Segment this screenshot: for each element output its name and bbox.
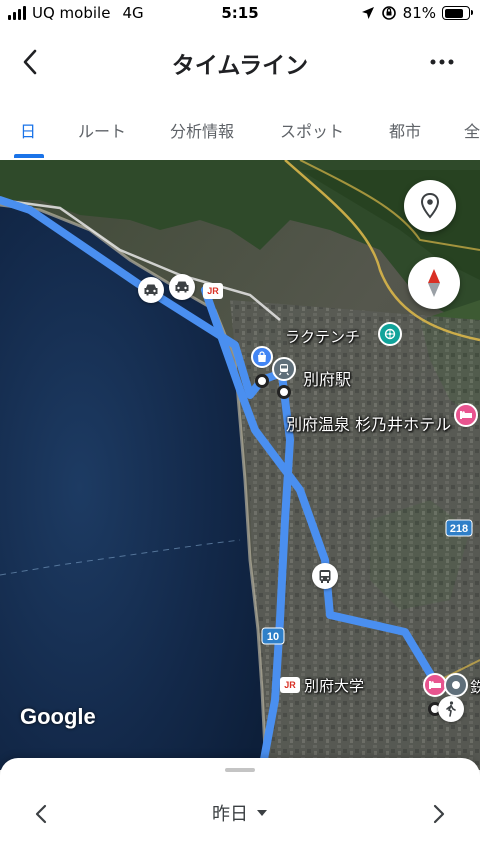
battery-icon: [442, 6, 473, 20]
place-icon[interactable]: [444, 673, 468, 697]
app-header: タイムライン: [0, 28, 480, 96]
compass-button[interactable]: [408, 257, 460, 309]
map-label-edge: 鉄: [470, 678, 480, 696]
orientation-lock-icon: [381, 6, 396, 20]
hotel-icon[interactable]: [454, 403, 478, 427]
tab-all[interactable]: 全: [464, 118, 480, 142]
next-day-button[interactable]: [424, 796, 454, 832]
tab-insights[interactable]: 分析情報: [170, 118, 234, 142]
location-arrow-icon: [361, 7, 374, 19]
active-tab-indicator: [14, 154, 44, 158]
bus-icon[interactable]: [312, 563, 338, 589]
tab-bar: 日 ルート 分析情報 スポット 都市 全: [0, 96, 480, 160]
tab-routes[interactable]: ルート: [78, 118, 126, 142]
sheet-drag-handle[interactable]: [225, 768, 255, 772]
compass-icon: [428, 269, 440, 297]
satellite-map: 218 10: [0, 160, 480, 770]
walk-icon[interactable]: [438, 696, 464, 722]
location-pin-button[interactable]: [404, 180, 456, 232]
map-label-beppu-station: 別府駅: [303, 370, 352, 389]
location-pin-icon: [420, 193, 440, 219]
map-label-hotel: 別府温泉 杉乃井ホテル: [286, 415, 452, 434]
battery-percent: 81%: [402, 4, 436, 22]
more-icon: [430, 59, 454, 65]
train-station-icon[interactable]: [272, 357, 296, 381]
tab-day[interactable]: 日: [20, 118, 36, 142]
car-icon[interactable]: [169, 274, 195, 300]
route-shield-218: 218: [445, 519, 473, 537]
car-icon[interactable]: [138, 277, 164, 303]
jr-station-badge: JR: [203, 283, 223, 299]
day-selector[interactable]: 昨日: [0, 800, 480, 826]
dropdown-arrow-icon: [257, 810, 267, 816]
day-label: 昨日: [212, 804, 248, 825]
map-label-raku-tenchi: ラクテンチ: [285, 328, 361, 346]
route-shield-10: 10: [261, 627, 285, 645]
tab-places[interactable]: スポット: [280, 118, 344, 142]
bottom-sheet: 昨日: [0, 758, 480, 854]
google-watermark: Google: [20, 704, 96, 729]
visit-point-marker[interactable]: [277, 385, 291, 399]
chevron-right-icon: [433, 804, 445, 824]
jr-station-badge: JR: [280, 677, 300, 693]
map-view[interactable]: 218 10 JR JR ラクテンチ 別府駅 別府温泉 杉乃井ホテル 別府大学 …: [0, 160, 480, 770]
visit-point-marker[interactable]: [255, 374, 269, 388]
shopping-icon[interactable]: [251, 346, 273, 368]
status-bar: UQ mobile 4G 5:15 81%: [0, 0, 480, 28]
route-shield-218-label: 218: [450, 523, 468, 535]
attraction-icon[interactable]: [378, 322, 402, 346]
more-options-button[interactable]: [422, 42, 462, 82]
route-shield-10-label: 10: [267, 631, 279, 643]
tab-cities[interactable]: 都市: [389, 118, 421, 142]
page-title: タイムライン: [171, 53, 309, 79]
map-label-university: 別府大学: [304, 677, 365, 695]
status-right: 81%: [361, 4, 473, 22]
